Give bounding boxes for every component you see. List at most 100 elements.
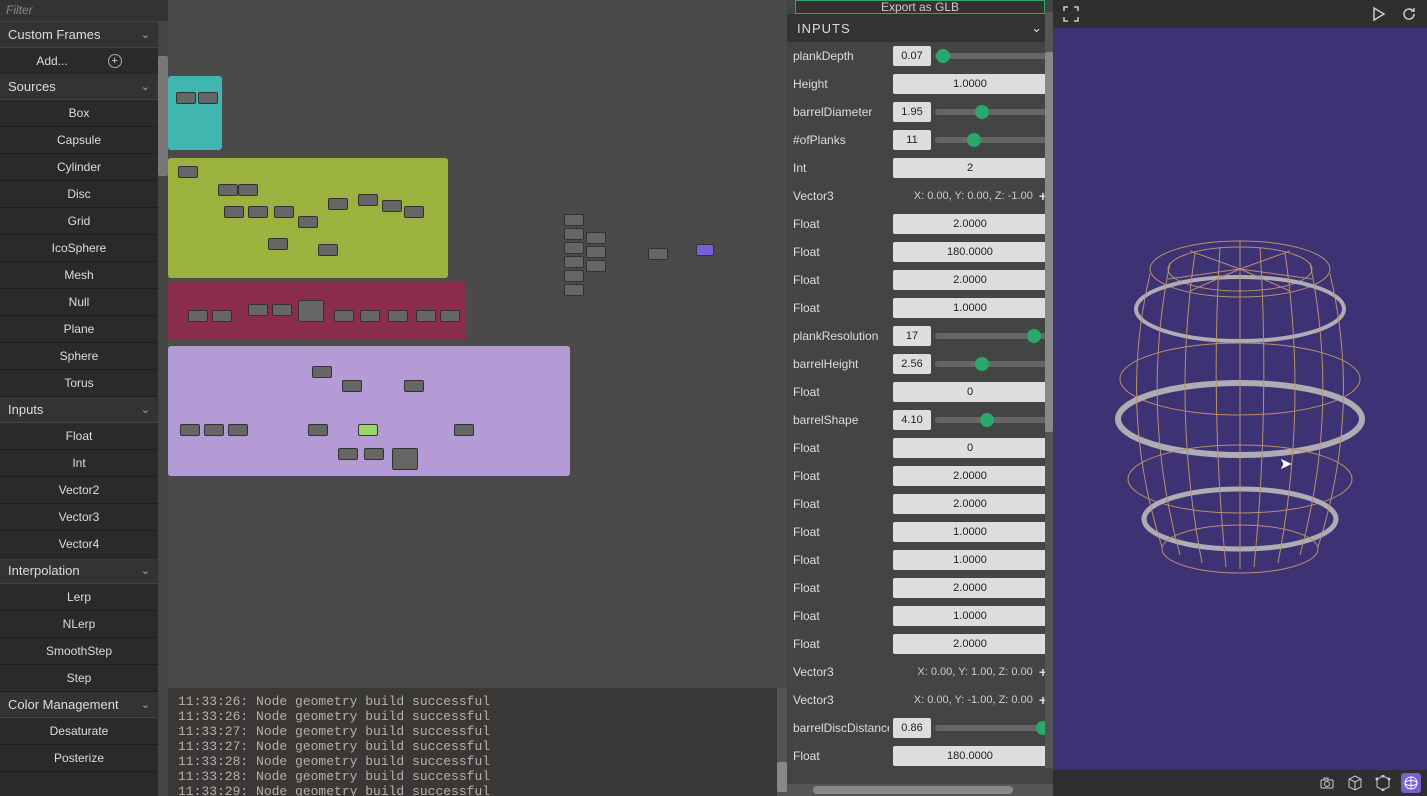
library-item-cylinder[interactable]: Cylinder <box>0 154 158 181</box>
slider-thumb[interactable] <box>1027 329 1041 343</box>
input-value-box[interactable]: 2.0000 <box>893 634 1047 654</box>
cube-icon[interactable] <box>1345 773 1365 793</box>
scrollbar-thumb[interactable] <box>1045 52 1053 432</box>
library-item-null[interactable]: Null <box>0 289 158 316</box>
node[interactable] <box>364 448 384 460</box>
node[interactable] <box>228 424 248 436</box>
library-item-lerp[interactable]: Lerp <box>0 584 158 611</box>
input-value-box[interactable]: 2 <box>893 158 1047 178</box>
library-item-nlerp[interactable]: NLerp <box>0 611 158 638</box>
library-item-icosphere[interactable]: IcoSphere <box>0 235 158 262</box>
node[interactable] <box>248 206 268 218</box>
input-value-box[interactable]: 0.86 <box>893 718 931 738</box>
slider-thumb[interactable] <box>975 105 989 119</box>
library-item-grid[interactable]: Grid <box>0 208 158 235</box>
node[interactable] <box>318 244 338 256</box>
preview-viewport[interactable]: ➤ <box>1053 28 1427 770</box>
library-item-mesh[interactable]: Mesh <box>0 262 158 289</box>
input-value-box[interactable]: 180.0000 <box>893 242 1047 262</box>
library-item-disc[interactable]: Disc <box>0 181 158 208</box>
library-item-box[interactable]: Box <box>0 100 158 127</box>
library-item-vector3[interactable]: Vector3 <box>0 504 158 531</box>
node[interactable] <box>212 310 232 322</box>
library-item-int[interactable]: Int <box>0 450 158 477</box>
scrollbar-thumb[interactable] <box>158 56 168 176</box>
input-value-box[interactable]: 1.95 <box>893 102 931 122</box>
slider-track[interactable] <box>935 109 1047 115</box>
node[interactable] <box>440 310 460 322</box>
input-value-box[interactable]: 2.0000 <box>893 494 1047 514</box>
slider-thumb[interactable] <box>980 413 994 427</box>
node-frame-maroon[interactable] <box>168 282 466 340</box>
node[interactable] <box>360 310 380 322</box>
node[interactable] <box>404 206 424 218</box>
input-value-box[interactable]: 2.0000 <box>893 466 1047 486</box>
input-value-box[interactable]: 2.0000 <box>893 270 1047 290</box>
section-sources[interactable]: Sources ⌄ <box>0 74 158 100</box>
section-color-management[interactable]: Color Management ⌄ <box>0 692 158 718</box>
camera-icon[interactable] <box>1317 773 1337 793</box>
node[interactable] <box>648 248 668 260</box>
slider-thumb[interactable] <box>967 133 981 147</box>
node[interactable] <box>268 238 288 250</box>
node[interactable] <box>454 424 474 436</box>
input-value-box[interactable]: 1.0000 <box>893 522 1047 542</box>
node[interactable] <box>404 380 424 392</box>
add-frame-button[interactable]: Add... + <box>0 48 158 74</box>
inputs-header[interactable]: INPUTS ⌄ <box>787 14 1053 42</box>
input-value-box[interactable]: 2.56 <box>893 354 931 374</box>
section-custom-frames[interactable]: Custom Frames ⌄ <box>0 22 158 48</box>
node[interactable] <box>218 184 238 196</box>
slider-track[interactable] <box>935 361 1047 367</box>
filter-input[interactable]: Filter <box>0 0 168 22</box>
input-value-box[interactable]: 2.0000 <box>893 578 1047 598</box>
input-value-box[interactable]: 0 <box>893 438 1047 458</box>
node[interactable] <box>178 166 198 178</box>
node[interactable] <box>204 424 224 436</box>
node[interactable] <box>274 206 294 218</box>
node[interactable] <box>312 366 332 378</box>
input-value-box[interactable]: 1.0000 <box>893 74 1047 94</box>
node[interactable] <box>586 246 606 258</box>
play-icon[interactable] <box>1369 4 1389 24</box>
node-canvas[interactable] <box>168 0 787 688</box>
vertices-icon[interactable] <box>1373 773 1393 793</box>
slider-track[interactable] <box>935 53 1047 59</box>
node[interactable] <box>176 92 196 104</box>
node[interactable] <box>238 184 258 196</box>
input-value-box[interactable]: 4.10 <box>893 410 931 430</box>
section-interpolation[interactable]: Interpolation ⌄ <box>0 558 158 584</box>
input-value-box[interactable]: 1.0000 <box>893 298 1047 318</box>
library-item-plane[interactable]: Plane <box>0 316 158 343</box>
slider-track[interactable] <box>935 333 1047 339</box>
slider-track[interactable] <box>935 137 1047 143</box>
output-node[interactable] <box>696 244 714 256</box>
node[interactable] <box>382 200 402 212</box>
node[interactable] <box>334 310 354 322</box>
export-glb-button[interactable]: Export as GLB <box>795 0 1045 14</box>
node[interactable] <box>338 448 358 460</box>
scrollbar-thumb[interactable] <box>777 762 787 792</box>
input-value-box[interactable]: 0 <box>893 382 1047 402</box>
library-item-desaturate[interactable]: Desaturate <box>0 718 158 745</box>
node[interactable] <box>188 310 208 322</box>
library-item-sphere[interactable]: Sphere <box>0 343 158 370</box>
refresh-icon[interactable] <box>1399 4 1419 24</box>
input-value-box[interactable]: 1.0000 <box>893 606 1047 626</box>
input-value-box[interactable]: 17 <box>893 326 931 346</box>
node[interactable] <box>564 284 584 296</box>
node[interactable] <box>564 228 584 240</box>
node-frame-teal[interactable] <box>168 76 222 150</box>
library-item-posterize[interactable]: Posterize <box>0 745 158 772</box>
slider-thumb[interactable] <box>936 49 950 63</box>
node[interactable] <box>298 216 318 228</box>
node[interactable] <box>416 310 436 322</box>
section-inputs[interactable]: Inputs ⌄ <box>0 397 158 423</box>
input-value-box[interactable]: 2.0000 <box>893 214 1047 234</box>
library-item-capsule[interactable]: Capsule <box>0 127 158 154</box>
library-item-smoothstep[interactable]: SmoothStep <box>0 638 158 665</box>
node[interactable] <box>272 304 292 316</box>
node-frame-green[interactable] <box>168 158 448 278</box>
node[interactable] <box>224 206 244 218</box>
node[interactable] <box>180 424 200 436</box>
